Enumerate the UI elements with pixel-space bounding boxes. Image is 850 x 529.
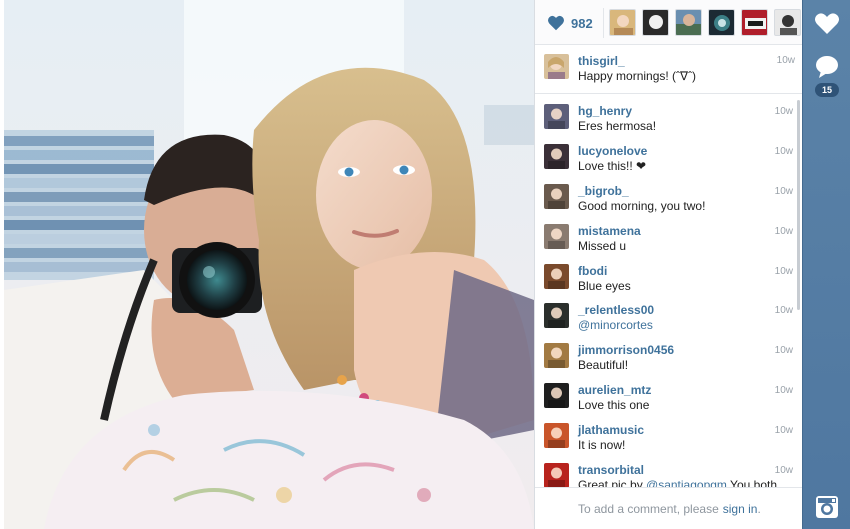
comment-timestamp: 10w [774,106,793,117]
comment-button[interactable]: 15 [803,52,850,102]
likes-count[interactable]: 982 [547,12,593,34]
comment-username[interactable]: transorbital [578,463,644,477]
commenter-avatar[interactable] [544,224,569,249]
comment-username[interactable]: mistamena [578,224,641,238]
comment-text: @minorcortes [578,318,793,332]
caption-timestamp: 10w [776,55,795,66]
comment-timestamp: 10w [774,345,793,356]
add-comment-bar: To add a comment, please sign in. [535,487,803,529]
caption-text: Happy mornings! (ˆ∇ˆ) [578,69,697,83]
commenter-avatar[interactable] [544,184,569,209]
comment-timestamp: 10w [774,146,793,157]
commenter-avatar[interactable] [544,264,569,289]
likes-bar: 982 [535,0,803,45]
commenter-avatar[interactable] [544,104,569,129]
comment-timestamp: 10w [774,226,793,237]
comment-timestamp: 10w [774,266,793,277]
instagram-logo-button[interactable] [803,494,850,522]
comment-item: mistamena Missed u 10w [535,218,793,258]
likes-divider [603,8,604,38]
comment-timestamp: 10w [774,305,793,316]
action-sidebar: 15 [802,0,850,529]
commenter-avatar[interactable] [544,383,569,408]
comment-item: hg_henry Eres hermosa! 10w [535,98,793,138]
liker-avatar[interactable] [675,9,702,36]
comment-item: _relentless00 @minorcortes 10w [535,297,793,337]
comment-username[interactable]: _bigrob_ [578,184,629,198]
comment-username[interactable]: fbodi [578,264,607,278]
comment-username[interactable]: jimmorrison0456 [578,343,674,357]
sign-in-link[interactable]: sign in [723,502,758,516]
post-photo[interactable] [4,0,534,529]
comment-item: jimmorrison0456 Beautiful! 10w [535,337,793,377]
comment-timestamp: 10w [774,385,793,396]
like-button[interactable] [803,8,850,38]
comment-username[interactable]: aurelien_mtz [578,383,651,397]
commenter-avatar[interactable] [544,303,569,328]
comment-item: jlathamusic It is now! 10w [535,417,793,457]
add-comment-period: . [757,501,761,516]
comment-text-prefix: Great pic by [578,478,647,487]
comment-text: It is now! [578,438,626,452]
comment-text: Beautiful! [578,358,629,372]
likes-count-value: 982 [571,15,593,31]
comment-item: lucyonelove Love this!! ❤ 10w [535,138,793,178]
comment-mention-link[interactable]: @santiagopgm [646,478,727,487]
commenter-avatar[interactable] [544,463,569,487]
comment-mention-link[interactable]: @minorcortes [578,318,653,332]
comment-item: aurelien_mtz Love this one 10w [535,377,793,417]
comment-username[interactable]: lucyonelove [578,144,647,158]
comment-text: Love this one [578,398,650,412]
liker-avatar[interactable] [708,9,735,36]
speech-bubble-icon [816,56,838,78]
liker-avatar[interactable] [774,9,801,36]
heart-icon [815,13,839,34]
comment-text: Missed u [578,239,627,253]
post-details-panel: 982 thisgirl_ Happy mornings! (ˆ∇ˆ) 10w [534,0,803,529]
comment-username[interactable]: _relentless00 [578,303,654,317]
comment-item: _bigrob_ Good morning, you two! 10w [535,178,793,218]
commenter-avatar[interactable] [544,423,569,448]
comment-timestamp: 10w [774,465,793,476]
comment-text: Good morning, you two! [578,199,706,213]
comment-count-badge: 15 [815,83,839,97]
comment-username[interactable]: jlathamusic [578,423,644,437]
add-comment-prompt: To add a comment, please [578,501,719,516]
post-caption: thisgirl_ Happy mornings! (ˆ∇ˆ) 10w [535,45,803,94]
comment-username[interactable]: hg_henry [578,104,632,118]
comment-timestamp: 10w [774,425,793,436]
liker-avatar[interactable] [741,9,768,36]
comment-item: fbodi Blue eyes 10w [535,258,793,298]
comment-text-suffix: You both [726,478,777,487]
heart-icon [548,15,564,31]
photo-illustration [4,0,534,529]
comment-text: Blue eyes [578,279,631,293]
comment-item: transorbital Great pic by @santiagopgm Y… [535,457,793,487]
comment-timestamp: 10w [774,186,793,197]
liker-avatar[interactable] [609,9,636,36]
comments-list[interactable]: hg_henry Eres hermosa! 10w lucyonelove L… [535,95,803,487]
comment-text: Love this!! ❤ [578,159,647,173]
liker-avatar[interactable] [642,9,669,36]
commenter-avatar[interactable] [544,343,569,368]
commenter-avatar[interactable] [544,144,569,169]
comments-scrollbar-thumb[interactable] [797,100,800,310]
caption-username[interactable]: thisgirl_ [578,54,625,68]
comment-text: Great pic by @santiagopgm You both [578,478,793,487]
instagram-camera-icon [816,496,838,518]
comment-text: Eres hermosa! [578,119,657,133]
caption-avatar[interactable] [544,54,569,79]
